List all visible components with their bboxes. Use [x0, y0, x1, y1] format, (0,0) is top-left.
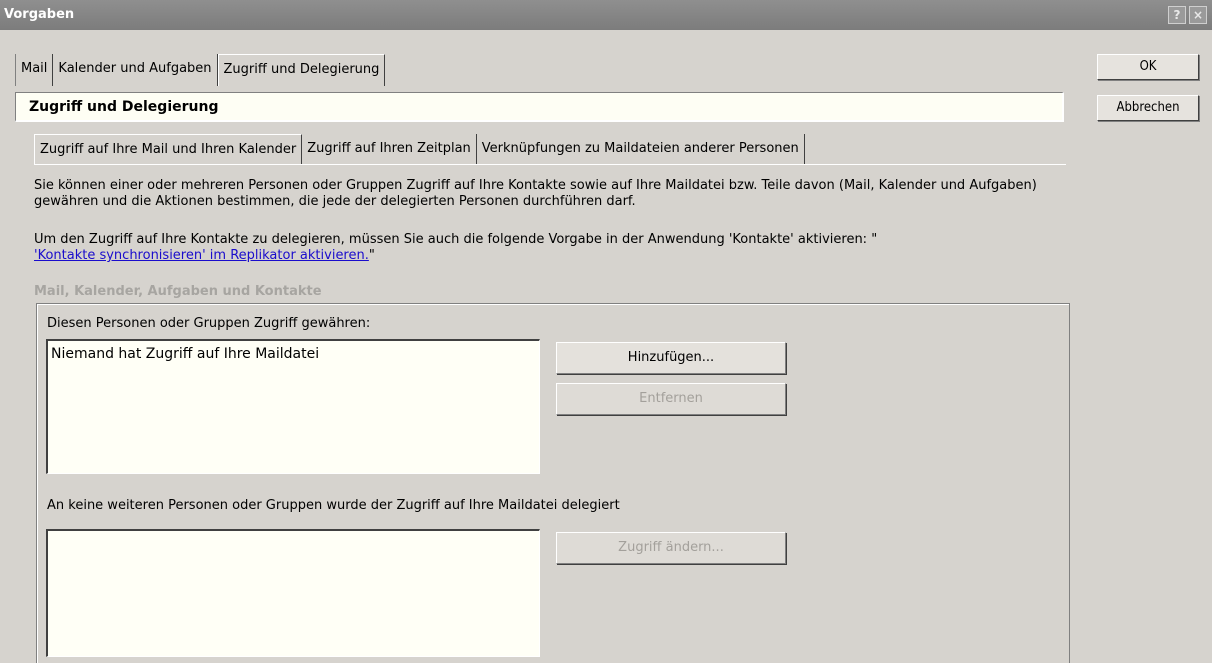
tab-zeitplan-zugriff[interactable]: Zugriff auf Ihren Zeitplan — [302, 134, 477, 164]
remove-button[interactable]: Entfernen — [556, 383, 786, 415]
window-title: Vorgaben — [4, 7, 75, 22]
tab-mail[interactable]: Mail — [15, 54, 54, 86]
list-item[interactable]: Niemand hat Zugriff auf Ihre Maildatei — [51, 346, 319, 362]
sync-contacts-link[interactable]: 'Kontakte synchronisieren' im Replikator… — [34, 248, 369, 263]
delegated-list[interactable] — [46, 529, 540, 657]
tab-divider — [34, 164, 1066, 165]
title-bar: Vorgaben — [0, 0, 1212, 30]
inner-tab-bar: Zugriff auf Ihre Mail und Ihren Kalender… — [34, 134, 805, 164]
grant-access-label: Diesen Personen oder Gruppen Zugriff gew… — [47, 316, 371, 331]
contacts-delegation-note: Um den Zugriff auf Ihre Kontakte zu dele… — [34, 232, 1074, 264]
group-title: Mail, Kalender, Aufgaben und Kontakte — [34, 284, 322, 299]
section-title: Zugriff und Delegierung — [15, 92, 1064, 122]
note-text: Um den Zugriff auf Ihre Kontakte zu dele… — [34, 232, 878, 247]
add-button[interactable]: Hinzufügen... — [556, 342, 786, 374]
tab-mail-und-kalender-zugriff[interactable]: Zugriff auf Ihre Mail und Ihren Kalender — [34, 134, 303, 164]
ok-button[interactable]: OK — [1097, 54, 1199, 80]
change-access-button[interactable]: Zugriff ändern... — [556, 532, 786, 564]
tab-zugriff-und-delegierung[interactable]: Zugriff und Delegierung — [217, 54, 386, 86]
tab-verknuepfungen[interactable]: Verknüpfungen zu Maildateien anderer Per… — [477, 134, 805, 164]
close-icon[interactable]: × — [1189, 6, 1207, 24]
description-text: Sie können einer oder mehreren Personen … — [34, 178, 1037, 209]
note-suffix: " — [368, 248, 375, 263]
help-icon[interactable]: ? — [1168, 6, 1186, 24]
cancel-button[interactable]: Abbrechen — [1097, 95, 1199, 121]
tab-kalender-und-aufgaben[interactable]: Kalender und Aufgaben — [53, 54, 218, 86]
grant-access-list[interactable]: Niemand hat Zugriff auf Ihre Maildatei — [46, 339, 540, 474]
no-delegation-label: An keine weiteren Personen oder Gruppen … — [47, 498, 620, 513]
outer-tab-bar: Mail Kalender und Aufgaben Zugriff und D… — [15, 54, 386, 86]
